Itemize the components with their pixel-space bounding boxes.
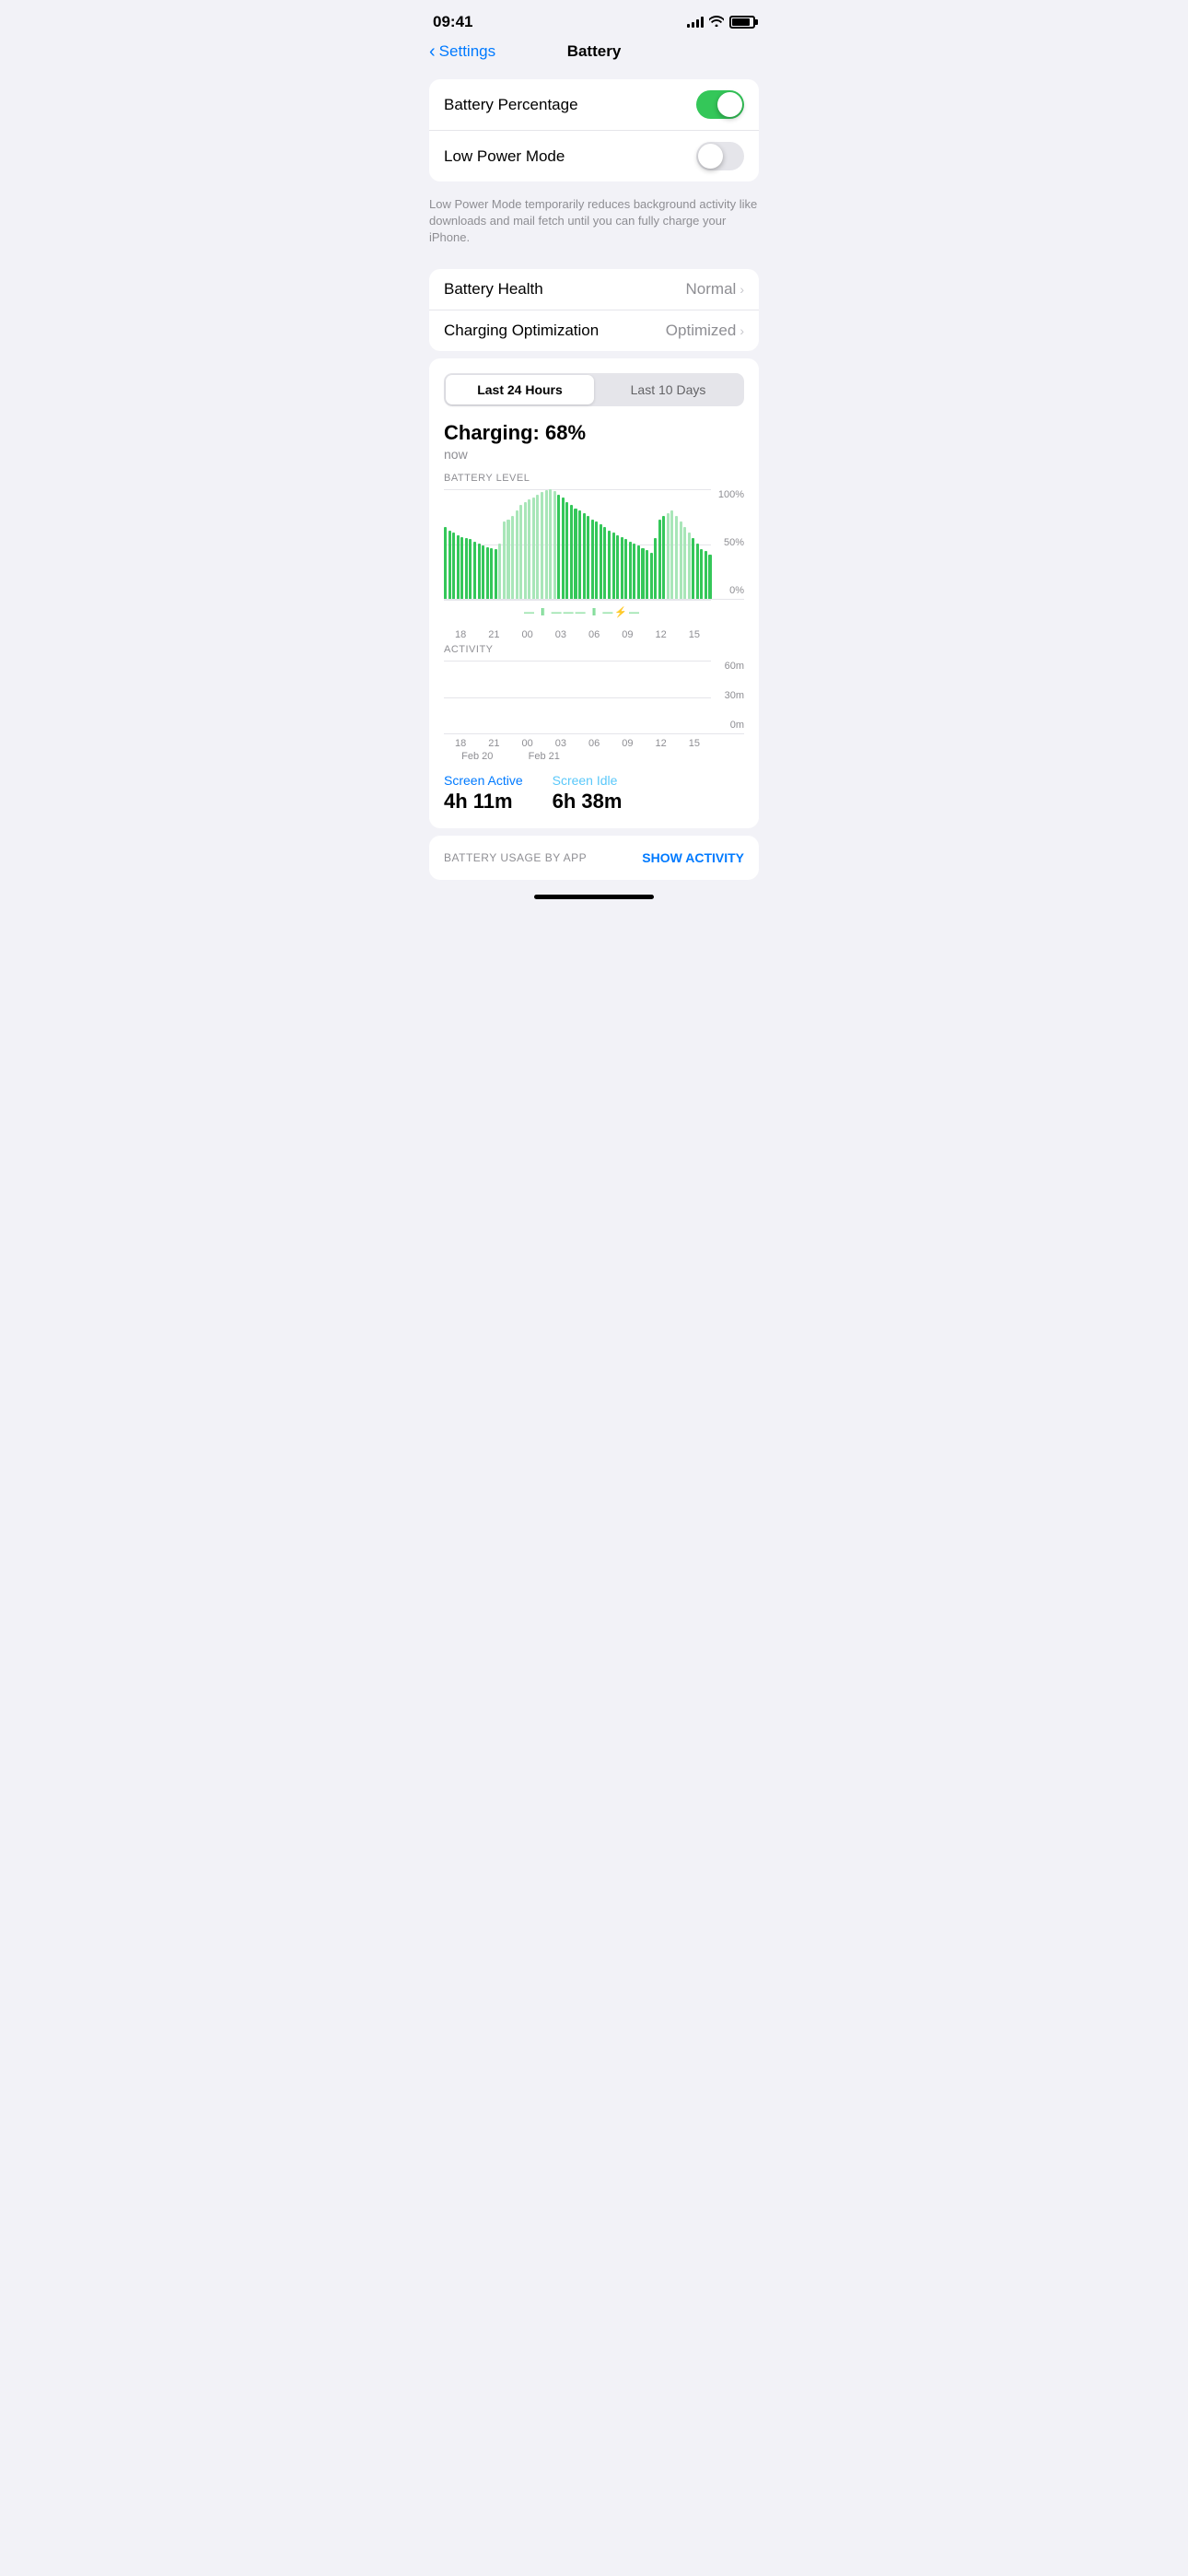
back-chevron-icon: ‹	[429, 42, 436, 61]
bx-label-03: 03	[544, 629, 577, 640]
charging-indicators-row: — ‖ ——— ‖ —⚡—	[444, 603, 744, 622]
screen-idle-stat: Screen Idle 6h 38m	[553, 773, 623, 814]
show-activity-button[interactable]: SHOW ACTIVITY	[642, 850, 744, 865]
ax-label-21: 21	[477, 738, 510, 749]
last-10-days-tab[interactable]: Last 10 Days	[594, 375, 742, 404]
activity-x-labels: 18 21 00 03 06 09 12 15	[444, 738, 744, 749]
battery-health-row[interactable]: Battery Health Normal ›	[429, 269, 759, 310]
bottom-row: BATTERY USAGE BY APP SHOW ACTIVITY	[444, 850, 744, 865]
toggle-settings-card: Battery Percentage Low Power Mode	[429, 79, 759, 181]
bx-label-15: 15	[678, 629, 711, 640]
battery-usage-by-app-label: BATTERY USAGE BY APP	[444, 851, 587, 864]
bottom-section: BATTERY USAGE BY APP SHOW ACTIVITY	[429, 836, 759, 880]
activity-y-30: 30m	[725, 690, 744, 701]
date-feb20: Feb 20	[444, 751, 511, 762]
bx-label-06: 06	[577, 629, 611, 640]
signal-icon	[687, 17, 704, 28]
date-feb21: Feb 21	[511, 751, 578, 762]
battery-y-0: 0%	[729, 585, 744, 596]
battery-level-label: BATTERY LEVEL	[444, 473, 744, 484]
charging-optimization-value-group: Optimized ›	[666, 322, 744, 340]
battery-percentage-toggle[interactable]	[696, 90, 744, 119]
battery-y-50: 50%	[724, 537, 744, 548]
back-button[interactable]: ‹ Settings	[429, 42, 495, 61]
status-icons	[687, 16, 755, 29]
activity-y-0: 0m	[730, 720, 744, 731]
battery-usage-section: Last 24 Hours Last 10 Days Charging: 68%…	[429, 358, 759, 828]
battery-health-value: Normal	[686, 280, 737, 299]
battery-x-labels: 18 21 00 03 06 09 12 15	[444, 629, 744, 640]
charging-info: Charging: 68% now	[444, 421, 744, 462]
page-title: Battery	[567, 42, 622, 61]
charging-optimization-label: Charging Optimization	[444, 322, 599, 340]
screen-active-value: 4h 11m	[444, 790, 523, 814]
screen-stats: Screen Active 4h 11m Screen Idle 6h 38m	[444, 773, 744, 814]
low-power-mode-toggle[interactable]	[696, 142, 744, 170]
battery-chart-container: 100% 50% 0%	[444, 489, 744, 600]
home-indicator	[414, 887, 774, 914]
nav-bar: ‹ Settings Battery	[414, 39, 774, 72]
charging-label: Charging: 68%	[444, 421, 744, 445]
charging-optimization-chevron-icon: ›	[740, 323, 744, 338]
screen-idle-value: 6h 38m	[553, 790, 623, 814]
low-power-description: Low Power Mode temporarily reduces backg…	[414, 189, 774, 262]
battery-y-100: 100%	[718, 489, 744, 500]
ax-label-03: 03	[544, 738, 577, 749]
activity-chart-label: ACTIVITY	[444, 644, 744, 655]
battery-health-value-group: Normal ›	[686, 280, 744, 299]
battery-status-icon	[729, 16, 755, 29]
battery-percentage-label: Battery Percentage	[444, 96, 578, 114]
home-bar	[534, 895, 654, 899]
battery-y-labels: 100% 50% 0%	[718, 489, 744, 600]
time-segment-control[interactable]: Last 24 Hours Last 10 Days	[444, 373, 744, 406]
activity-y-60: 60m	[725, 661, 744, 672]
back-label: Settings	[439, 42, 495, 61]
screen-active-stat: Screen Active 4h 11m	[444, 773, 523, 814]
last-24-hours-tab[interactable]: Last 24 Hours	[446, 375, 594, 404]
ax-label-06: 06	[577, 738, 611, 749]
bx-label-21: 21	[477, 629, 510, 640]
battery-health-chevron-icon: ›	[740, 282, 744, 297]
activity-chart	[444, 661, 744, 734]
ax-label-12: 12	[645, 738, 678, 749]
wifi-icon	[709, 16, 724, 29]
battery-percentage-row: Battery Percentage	[429, 79, 759, 130]
charging-optimization-value: Optimized	[666, 322, 737, 340]
screen-active-label: Screen Active	[444, 773, 523, 788]
bx-label-18: 18	[444, 629, 477, 640]
ax-label-00: 00	[511, 738, 544, 749]
charging-optimization-row[interactable]: Charging Optimization Optimized ›	[429, 310, 759, 351]
low-power-mode-row: Low Power Mode	[429, 130, 759, 181]
charging-time: now	[444, 447, 744, 462]
ax-label-15: 15	[678, 738, 711, 749]
activity-chart-container: 60m 30m 0m	[444, 661, 744, 734]
status-bar: 09:41	[414, 0, 774, 39]
ax-label-09: 09	[611, 738, 644, 749]
ax-label-18: 18	[444, 738, 477, 749]
bx-label-12: 12	[645, 629, 678, 640]
low-power-mode-label: Low Power Mode	[444, 147, 565, 166]
battery-health-label: Battery Health	[444, 280, 543, 299]
battery-level-chart	[444, 489, 744, 600]
date-labels-row: Feb 20 Feb 21	[444, 751, 744, 762]
screen-idle-label: Screen Idle	[553, 773, 623, 788]
activity-y-labels: 60m 30m 0m	[725, 661, 744, 734]
health-settings-card: Battery Health Normal › Charging Optimiz…	[429, 269, 759, 351]
bx-label-00: 00	[511, 629, 544, 640]
status-time: 09:41	[433, 13, 472, 31]
bx-label-09: 09	[611, 629, 644, 640]
